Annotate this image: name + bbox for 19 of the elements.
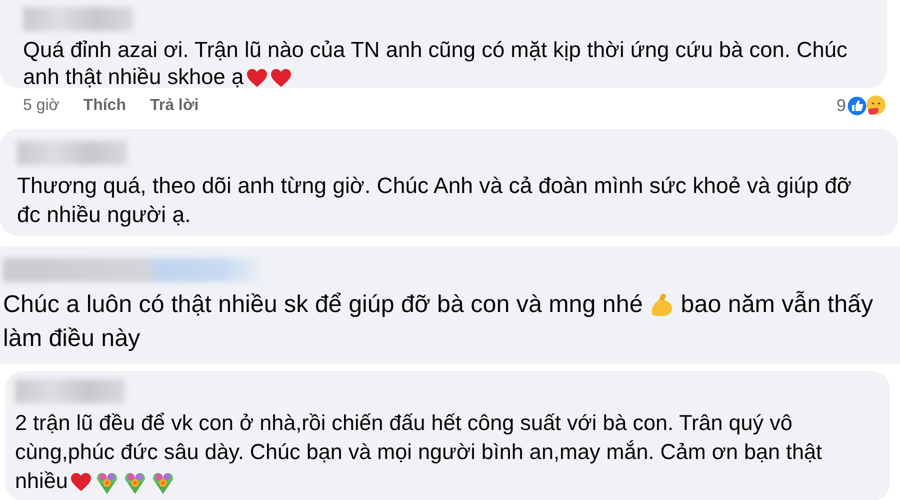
like-link[interactable]: Thích xyxy=(83,94,126,118)
reaction-count[interactable]: 9 xyxy=(836,93,846,119)
comment-text: anh thật nhiều skhoe ạ xyxy=(23,63,244,92)
heart-icon xyxy=(246,68,268,88)
like-reaction-icon xyxy=(846,95,868,117)
comment-text: bao năm vẫn thấy xyxy=(680,290,874,320)
comment-text: Chúc a luôn có thật nhiều sk để giúp đỡ bà con và mng nhé xyxy=(3,290,643,320)
comment-text: nhiều xyxy=(15,467,68,496)
comment-text: cùng,phúc đức sâu dày. Chúc bạn và mọi người bình an,may mắn. Cảm ơn bạn thật xyxy=(15,438,822,466)
care-reaction-icon xyxy=(865,95,887,117)
comment-text: làm điều này xyxy=(3,324,140,354)
comment-text: Thương quá, theo dõi anh từng giờ. Chúc Anh và cả đoàn mình sức khoẻ và giúp đỡ xyxy=(17,172,852,200)
heart-icon xyxy=(70,472,92,492)
comment-text: đc nhiều người ạ. xyxy=(17,200,191,229)
heart-icon xyxy=(270,68,292,88)
comment-text: 2 trận lũ đều để vk con ở nhà,rồi chiến đấu hết công suất với bà con. Trân quý vô xyxy=(15,409,792,438)
comment-time: 5 giờ xyxy=(23,96,60,116)
comment-text: Quá đỉnh azai ơi. Trận lũ nào của TN anh cũng có mặt kịp thời ứng cứu bà con. Chúc xyxy=(23,36,848,64)
reply-link[interactable]: Trả lời xyxy=(150,94,199,118)
